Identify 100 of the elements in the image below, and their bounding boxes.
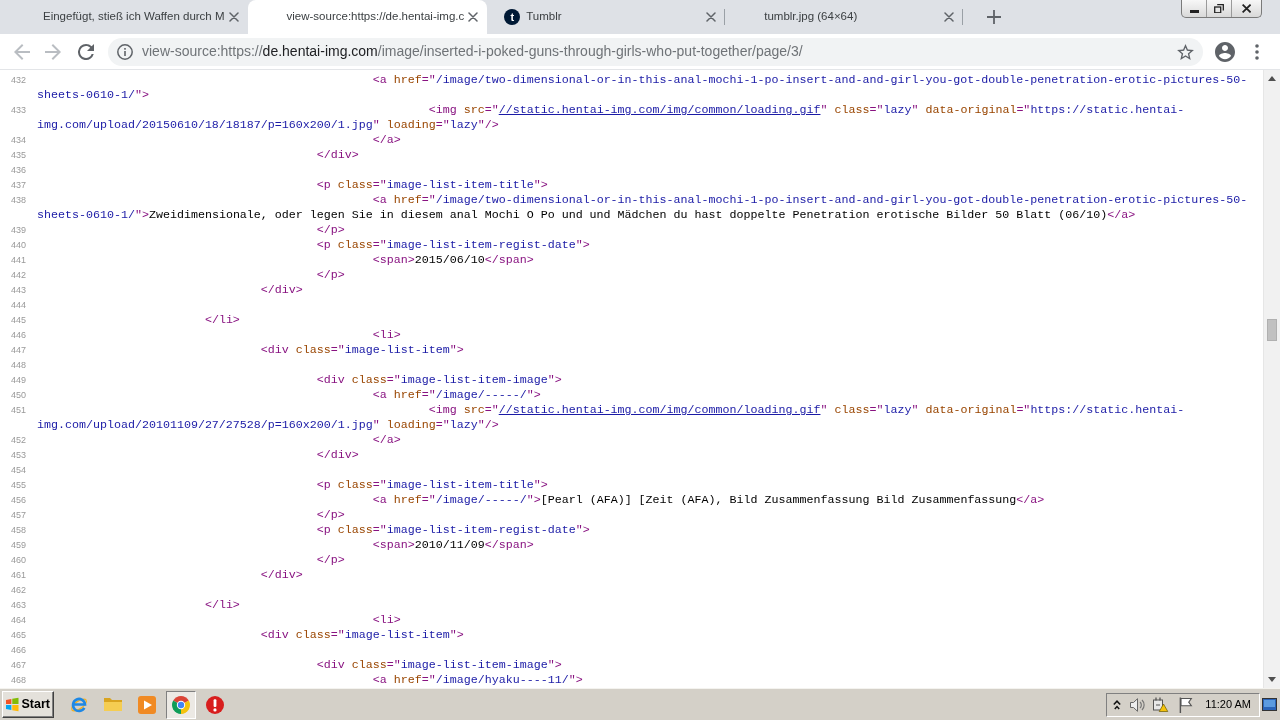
- browser-tab[interactable]: view-source:https://de.hentai-img.c: [247, 0, 488, 34]
- code-line: <div class="image-list-item-image">: [316, 658, 562, 672]
- code-line: </p>: [316, 508, 345, 522]
- line-number: 439: [10, 225, 26, 235]
- line-number: 453: [10, 450, 26, 460]
- code-line: <p class="image-list-item-title">: [316, 478, 548, 492]
- line-number: 445: [10, 315, 26, 325]
- restore-icon: [1214, 3, 1224, 14]
- browser-tab[interactable]: Eingefügt, stieß ich Waffen durch M: [4, 0, 248, 34]
- flag-icon[interactable]: [1179, 696, 1194, 713]
- code-line: <p class="image-list-item-regist-date">: [316, 238, 590, 252]
- network-icon[interactable]: [1153, 697, 1170, 712]
- code-link[interactable]: //static.hentai-img.com/img/common/loading.gif: [498, 103, 821, 117]
- browser-tab[interactable]: tumblr.jpg (64×64): [725, 0, 964, 34]
- folder-icon: [104, 698, 122, 711]
- scroll-up-arrow-icon[interactable]: [1268, 76, 1276, 81]
- chevron-up-icon[interactable]: [1113, 699, 1122, 710]
- browser-tab[interactable]: t Tumblr: [487, 0, 726, 34]
- line-number: 448: [10, 360, 26, 370]
- code-line: <div class="image-list-item">: [260, 628, 464, 642]
- scroll-down-arrow-icon[interactable]: [1268, 677, 1276, 682]
- line-number: 467: [10, 660, 26, 670]
- line-number: 455: [10, 480, 26, 490]
- code-line: <a href="/image/hyaku----11/">: [372, 673, 583, 687]
- code-line: <span>2010/11/09</span>: [372, 538, 534, 552]
- line-number: 435: [10, 150, 26, 160]
- clock: 11:20 AM: [1205, 697, 1251, 713]
- line-number: 433: [10, 105, 26, 115]
- line-number: 438: [10, 195, 26, 205]
- code-line: <a href="/image/two-dimensional-or-in-this-anal-mochi-1-po-insert-and-and-girl-you-got-double-penetration-erotic-pictures-50-sheets-0610-1/">Zweidimensionale, oder legen Sie in diesem anal Mochi O Po und und Mädchen du hast doppelte Penetration erotische Bilder 50 Blatt (06/10)</a>: [37, 193, 1248, 222]
- code-link[interactable]: //static.hentai-img.com/img/common/loading.gif: [498, 403, 821, 417]
- menu-icon[interactable]: [1255, 43, 1259, 60]
- close-icon[interactable]: [228, 12, 239, 22]
- site-logo-icon: t: [504, 9, 521, 25]
- info-icon[interactable]: [117, 43, 133, 60]
- taskbar-button[interactable]: [166, 690, 196, 719]
- plus-icon[interactable]: [987, 10, 1002, 24]
- line-number: 449: [10, 375, 26, 385]
- star-icon[interactable]: [1177, 43, 1194, 60]
- line-number: 441: [10, 255, 26, 265]
- reload-icon[interactable]: [78, 43, 94, 60]
- line-number: 443: [10, 285, 26, 295]
- line-number: 442: [10, 270, 26, 280]
- line-number: 460: [10, 555, 26, 565]
- code-line: </div>: [316, 148, 359, 162]
- letter-e-icon: [70, 695, 88, 714]
- code-line: </div>: [316, 448, 359, 462]
- line-number: 451: [10, 405, 26, 415]
- close-icon[interactable]: [468, 12, 479, 22]
- line-number: 466: [10, 645, 26, 655]
- close-icon[interactable]: [706, 12, 717, 22]
- line-number: 458: [10, 525, 26, 535]
- line-number: 444: [10, 300, 26, 310]
- close-icon: [1241, 4, 1252, 13]
- close-icon[interactable]: [944, 12, 955, 22]
- line-number: 437: [10, 180, 26, 190]
- line-number: 432: [10, 75, 26, 85]
- code-line: <li>: [372, 613, 401, 627]
- line-number: 454: [10, 465, 26, 475]
- play-icon: [138, 695, 156, 714]
- code-line: </p>: [316, 268, 345, 282]
- minimize-icon: [1189, 10, 1199, 13]
- code-line: </p>: [316, 223, 345, 237]
- line-number: 464: [10, 615, 26, 625]
- code-line: <p class="image-list-item-regist-date">: [316, 523, 590, 537]
- code-line: </p>: [316, 553, 345, 567]
- line-number: 450: [10, 390, 26, 400]
- line-number: 459: [10, 540, 26, 550]
- flag-logo-icon: [6, 697, 19, 712]
- alert-icon: [206, 695, 224, 714]
- speaker-icon[interactable]: [1130, 697, 1146, 712]
- code-line: <a href="/image/two-dimensional-or-in-this-anal-mochi-1-po-insert-and-and-girl-you-got-double-penetration-erotic-pictures-50-sheets-0610-1/">: [37, 73, 1248, 102]
- code-line: <span>2015/06/10</span>: [372, 253, 534, 267]
- code-line: </div>: [260, 568, 303, 582]
- line-number: 463: [10, 600, 26, 610]
- code-line: <div class="image-list-item-image">: [316, 373, 562, 387]
- segmented-circle-icon: [172, 695, 190, 714]
- line-number: 447: [10, 345, 26, 355]
- code-line: </li>: [204, 313, 240, 327]
- line-number: 462: [10, 585, 26, 595]
- line-number: 446: [10, 330, 26, 340]
- line-number: 436: [10, 165, 26, 175]
- line-number: 461: [10, 570, 26, 580]
- line-number: 440: [10, 240, 26, 250]
- code-line: <div class="image-list-item">: [260, 343, 464, 357]
- code-line: </div>: [260, 283, 303, 297]
- show-desktop-icon[interactable]: [1262, 698, 1277, 711]
- code-line: </a>: [372, 433, 401, 447]
- start-button[interactable]: Start: [2, 691, 54, 718]
- scrollbar-thumb[interactable]: [1267, 319, 1277, 341]
- code-line: </li>: [204, 598, 240, 612]
- code-line: <img src="//static.hentai-img.com/img/common/loading.gif" class="lazy" data-original="https://static.hentai-img.com/upload/20150610/18/18187/p=160x200/1.jpg" loading="lazy"/>: [37, 103, 1185, 132]
- code-line: <img src="//static.hentai-img.com/img/common/loading.gif" class="lazy" data-original="https://static.hentai-img.com/upload/20101109/27/27528/p=160x200/1.jpg" loading="lazy"/>: [37, 403, 1185, 432]
- line-number: 456: [10, 495, 26, 505]
- code-line: <a href="/image/-----/">: [372, 388, 541, 402]
- profile-icon[interactable]: [1215, 41, 1235, 62]
- line-number: 452: [10, 435, 26, 445]
- address-field[interactable]: view-source:https://de.hentai-img.com/image/inserted-i-poked-guns-through-girls-who-put-together/page/3/: [108, 37, 1203, 66]
- line-number: 468: [10, 675, 26, 685]
- code-line: <p class="image-list-item-title">: [316, 178, 548, 192]
